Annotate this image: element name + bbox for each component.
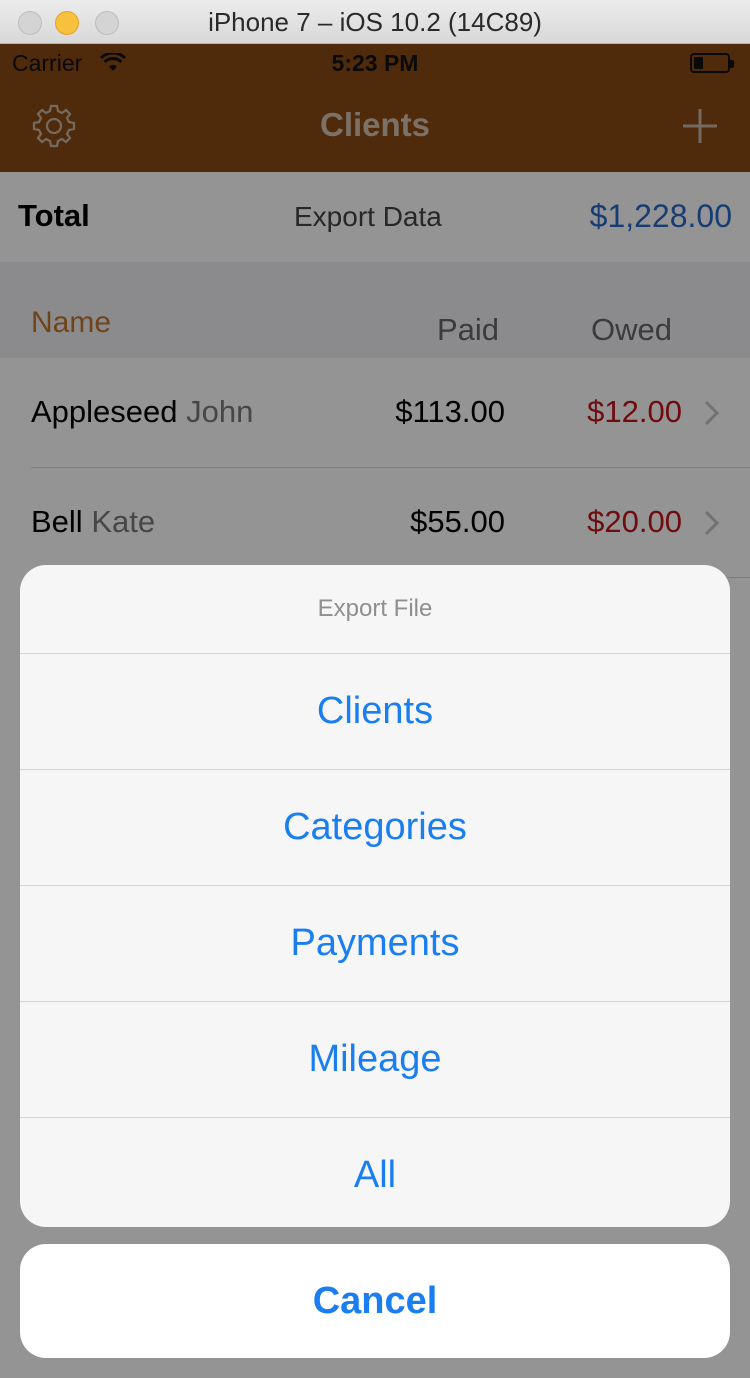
export-clients-button[interactable]: Clients <box>20 654 730 770</box>
phone-screen: Carrier 5:23 PM Clients Total Export Dat… <box>0 44 750 1378</box>
export-mileage-button[interactable]: Mileage <box>20 1002 730 1118</box>
export-payments-button[interactable]: Payments <box>20 886 730 1002</box>
action-sheet-title: Export File <box>20 565 730 654</box>
export-action-sheet: Export File Clients Categories Payments … <box>20 565 730 1227</box>
export-categories-button[interactable]: Categories <box>20 770 730 886</box>
export-all-button[interactable]: All <box>20 1118 730 1227</box>
window-title: iPhone 7 – iOS 10.2 (14C89) <box>208 7 542 37</box>
simulator-title-bar: iPhone 7 – iOS 10.2 (14C89) <box>0 0 750 44</box>
cancel-button[interactable]: Cancel <box>20 1244 730 1358</box>
